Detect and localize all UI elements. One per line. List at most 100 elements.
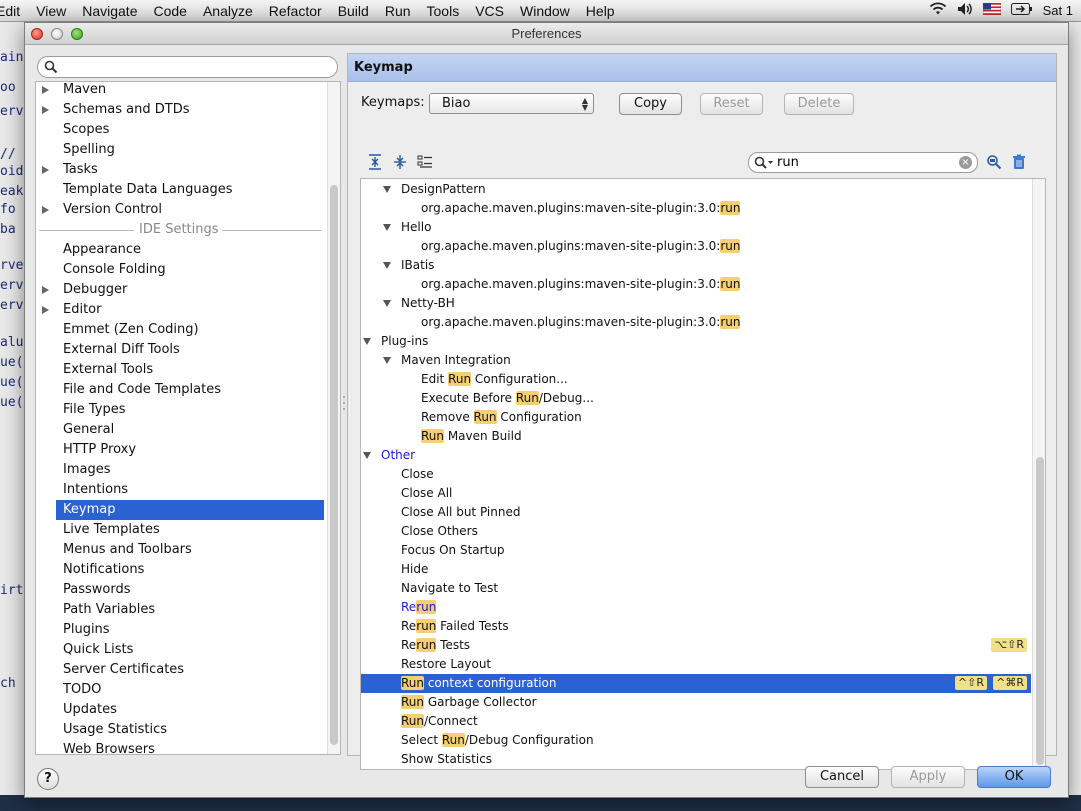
collapse-triangle-icon[interactable] [383,357,391,364]
settings-item-images[interactable]: Images [36,460,324,480]
action-maven-integration[interactable]: Maven Integration [361,351,1031,370]
settings-item-file-types[interactable]: File Types [36,400,324,420]
menu-edit[interactable]: Edit [0,0,28,22]
action-focus-on-startup[interactable]: Focus On Startup [361,541,1031,560]
clock[interactable]: Sat 1 [1043,3,1073,18]
settings-item-tasks[interactable]: Tasks [36,160,324,180]
settings-item-maven[interactable]: Maven [36,82,324,100]
apply-button[interactable]: Apply [891,766,965,788]
settings-search-input[interactable] [37,56,338,78]
search-options-icon[interactable] [754,156,774,173]
close-window-button[interactable] [31,28,43,40]
action-run-garbage-collector[interactable]: Run Garbage Collector [361,693,1031,712]
edit-shortcuts-icon[interactable] [417,154,433,170]
settings-item-editor[interactable]: Editor [36,300,324,320]
settings-item-live-templates[interactable]: Live Templates [36,520,324,540]
clear-filtering-icon[interactable] [1011,154,1027,170]
action-run-connect[interactable]: Run/Connect [361,712,1031,731]
menu-tools[interactable]: Tools [419,0,468,22]
settings-item-scopes[interactable]: Scopes [36,120,324,140]
settings-item-external-tools[interactable]: External Tools [36,360,324,380]
action-close-all[interactable]: Close All [361,484,1031,503]
minimize-window-button[interactable] [51,28,63,40]
action-hide[interactable]: Hide [361,560,1031,579]
clear-filter-icon[interactable]: × [959,156,972,169]
expand-arrow-icon[interactable] [42,286,49,294]
collapse-triangle-icon[interactable] [383,186,391,193]
action-other[interactable]: Other [361,446,1031,465]
settings-item-passwords[interactable]: Passwords [36,580,324,600]
action-navigate-to-test[interactable]: Navigate to Test [361,579,1031,598]
settings-tree-scrollbar[interactable] [327,82,340,754]
menu-vcs[interactable]: VCS [467,0,512,22]
collapse-triangle-icon[interactable] [383,224,391,231]
action-hello[interactable]: Hello [361,218,1031,237]
menu-window[interactable]: Window [512,0,578,22]
collapse-triangle-icon[interactable] [383,300,391,307]
action-close[interactable]: Close [361,465,1031,484]
action-org-apache-maven-plugins-maven-site-plug[interactable]: org.apache.maven.plugins:maven-site-plug… [361,237,1031,256]
expand-arrow-icon[interactable] [42,166,49,174]
action-ibatis[interactable]: IBatis [361,256,1031,275]
battery-icon[interactable] [1010,3,1033,18]
scrollbar-thumb[interactable] [1036,457,1044,765]
action-org-apache-maven-plugins-maven-site-plug[interactable]: org.apache.maven.plugins:maven-site-plug… [361,313,1031,332]
settings-item-web-browsers[interactable]: Web Browsers [36,740,324,754]
settings-item-todo[interactable]: TODO [36,680,324,700]
settings-item-keymap[interactable]: Keymap [56,500,324,520]
settings-item-http-proxy[interactable]: HTTP Proxy [36,440,324,460]
expand-arrow-icon[interactable] [42,306,49,314]
action-plug-ins[interactable]: Plug-ins [361,332,1031,351]
reset-button[interactable]: Reset [700,93,763,115]
expand-arrow-icon[interactable] [42,206,49,214]
action-org-apache-maven-plugins-maven-site-plug[interactable]: org.apache.maven.plugins:maven-site-plug… [361,199,1031,218]
collapse-all-icon[interactable] [392,154,408,170]
settings-item-menus-and-toolbars[interactable]: Menus and Toolbars [36,540,324,560]
settings-item-external-diff-tools[interactable]: External Diff Tools [36,340,324,360]
action-rerun-tests[interactable]: Rerun Tests ⌥⇧R [361,636,1031,655]
expand-arrow-icon[interactable] [42,106,49,114]
wifi-icon[interactable] [929,2,947,19]
action-select-run-debug-configuration[interactable]: Select Run/Debug Configuration [361,731,1031,750]
action-netty-bh[interactable]: Netty-BH [361,294,1031,313]
delete-button[interactable]: Delete [784,93,854,115]
ok-button[interactable]: OK [977,766,1051,788]
collapse-triangle-icon[interactable] [363,452,371,459]
action-execute-before-run-debug[interactable]: Execute Before Run/Debug... [361,389,1031,408]
action-rerun-failed-tests[interactable]: Rerun Failed Tests [361,617,1031,636]
expand-arrow-icon[interactable] [42,86,49,94]
expand-all-icon[interactable] [367,154,383,170]
settings-item-server-certificates[interactable]: Server Certificates [36,660,324,680]
settings-item-notifications[interactable]: Notifications [36,560,324,580]
action-org-apache-maven-plugins-maven-site-plug[interactable]: org.apache.maven.plugins:maven-site-plug… [361,275,1031,294]
settings-item-emmet-zen-coding[interactable]: Emmet (Zen Coding) [36,320,324,340]
keymap-select[interactable]: Biao ▲ ▼ [429,93,594,114]
panel-splitter[interactable] [342,393,346,413]
flag-icon[interactable] [982,2,1001,18]
menu-refactor[interactable]: Refactor [261,0,330,22]
settings-item-plugins[interactable]: Plugins [36,620,324,640]
settings-item-quick-lists[interactable]: Quick Lists [36,640,324,660]
action-rerun[interactable]: Rerun [361,598,1031,617]
settings-item-debugger[interactable]: Debugger [36,280,324,300]
collapse-triangle-icon[interactable] [363,338,371,345]
settings-item-general[interactable]: General [36,420,324,440]
action-run-maven-build[interactable]: Run Maven Build [361,427,1031,446]
action-filter-field[interactable]: × [748,152,978,173]
action-run-context-configuration[interactable]: Run context configuration ^⌘R ^⇧R [361,674,1031,693]
action-filter-input[interactable] [777,155,947,170]
settings-item-path-variables[interactable]: Path Variables [36,600,324,620]
settings-item-console-folding[interactable]: Console Folding [36,260,324,280]
collapse-triangle-icon[interactable] [383,262,391,269]
settings-item-version-control[interactable]: Version Control [36,200,324,220]
settings-item-updates[interactable]: Updates [36,700,324,720]
scrollbar-thumb[interactable] [330,185,338,745]
action-edit-run-configuration[interactable]: Edit Run Configuration... [361,370,1031,389]
settings-item-file-and-code-templates[interactable]: File and Code Templates [36,380,324,400]
menu-build[interactable]: Build [330,0,377,22]
action-designpattern[interactable]: DesignPattern [361,180,1031,199]
menu-navigate[interactable]: Navigate [74,0,145,22]
menu-analyze[interactable]: Analyze [195,0,261,22]
action-close-all-but-pinned[interactable]: Close All but Pinned [361,503,1031,522]
help-button[interactable]: ? [37,768,59,790]
